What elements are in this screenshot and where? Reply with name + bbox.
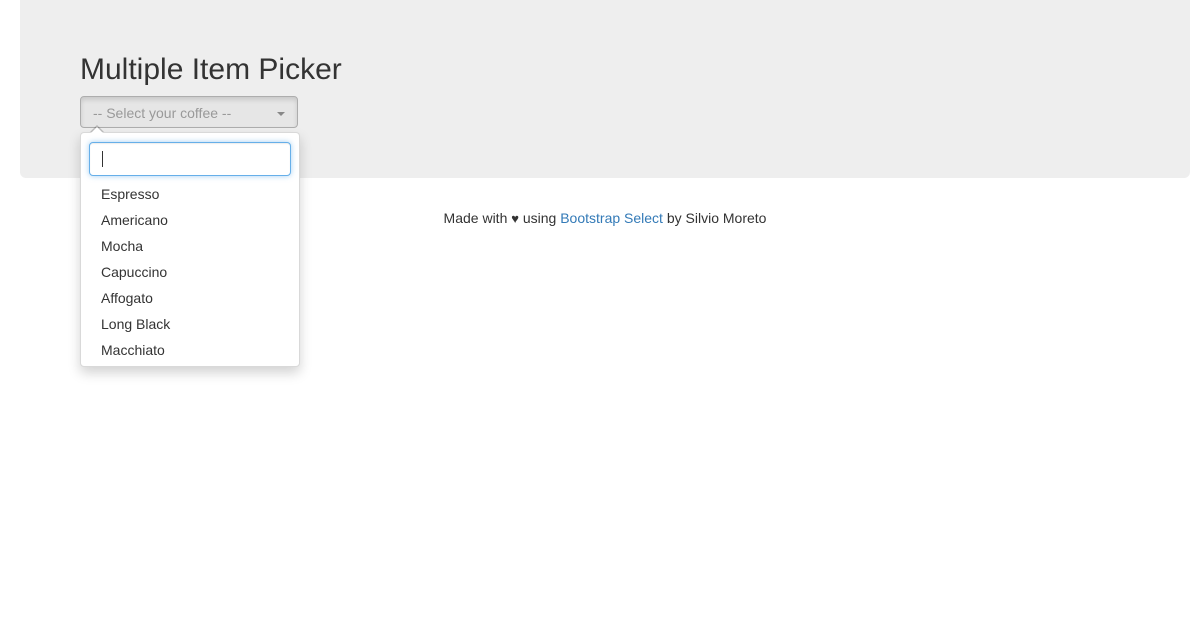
caret-down-icon	[277, 112, 285, 116]
option-espresso[interactable]: Espresso	[81, 184, 299, 210]
bootstrap-select-link[interactable]: Bootstrap Select	[560, 210, 663, 226]
option-americano[interactable]: Americano	[81, 210, 299, 236]
footer-using: using	[522, 210, 557, 226]
dropdown-menu: Espresso Americano Mocha Capuccino Affog…	[80, 132, 300, 367]
option-affogato[interactable]: Affogato	[81, 288, 299, 314]
option-long-black[interactable]: Long Black	[81, 314, 299, 340]
page-title: Multiple Item Picker	[80, 53, 342, 86]
footer-by-author: by Silvio Moreto	[666, 210, 767, 226]
option-list: Espresso Americano Mocha Capuccino Affog…	[81, 184, 299, 366]
select-placeholder: -- Select your coffee --	[93, 105, 232, 121]
dropdown-pointer-fill	[91, 127, 103, 133]
option-mocha[interactable]: Mocha	[81, 236, 299, 262]
text-cursor	[102, 151, 103, 167]
heart-icon: ♥	[511, 211, 519, 226]
search-input[interactable]	[89, 142, 291, 176]
coffee-select-button[interactable]: -- Select your coffee --	[80, 96, 298, 128]
option-capuccino[interactable]: Capuccino	[81, 262, 299, 288]
footer-made-with: Made with	[443, 210, 508, 226]
option-macchiato[interactable]: Macchiato	[81, 340, 299, 366]
